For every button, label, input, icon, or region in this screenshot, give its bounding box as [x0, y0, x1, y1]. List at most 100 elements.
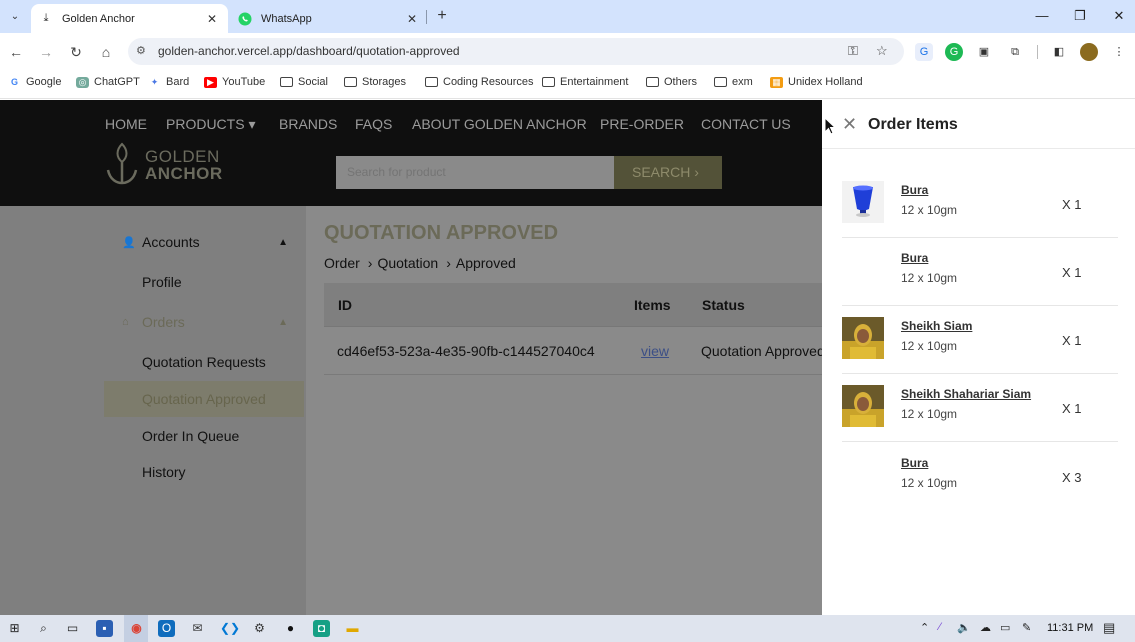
bookmark-storages[interactable]: Storages	[344, 76, 406, 88]
column-header-status: Status	[702, 297, 745, 313]
obs-icon[interactable]: ●	[282, 620, 299, 637]
new-tab-icon[interactable]: +	[432, 6, 452, 26]
site-settings-icon[interactable]: ⚙	[136, 44, 146, 57]
bookmark-coding-resources[interactable]: Coding Resources	[425, 76, 534, 88]
side-panel-icon[interactable]: ◧	[1050, 43, 1068, 61]
sidebar-item-profile[interactable]: Profile	[104, 264, 304, 300]
chevron-up-icon: ▲	[278, 316, 288, 328]
pen-tray-icon[interactable]: ✎	[1022, 621, 1031, 634]
restore-icon[interactable]: ❐	[1069, 6, 1091, 26]
unidex-icon: ▦	[770, 76, 783, 88]
vscode-icon[interactable]: ❮❯	[220, 620, 240, 637]
pen-icon[interactable]: ⁄	[939, 621, 941, 633]
extensions-puzzle-icon[interactable]: ⧉	[1006, 43, 1024, 61]
bookmark-star-icon[interactable]: ☆	[876, 43, 888, 59]
nav-about[interactable]: ABOUT GOLDEN ANCHOR	[412, 116, 587, 132]
bookmark-others[interactable]: Others	[646, 76, 697, 88]
back-icon[interactable]: ←	[6, 42, 26, 62]
nav-pre-order[interactable]: PRE-ORDER	[600, 116, 684, 132]
address-bar[interactable]: ⚙ golden-anchor.vercel.app/dashboard/quo…	[128, 38, 904, 65]
bard-icon: ✦	[150, 76, 159, 87]
forward-icon[interactable]: →	[36, 42, 56, 62]
bookmark-entertainment[interactable]: Entertainment	[542, 76, 628, 88]
task-view-icon[interactable]: ▭	[64, 620, 81, 637]
nav-brands[interactable]: BRANDS	[279, 116, 337, 132]
password-key-icon[interactable]: ⚿	[848, 43, 858, 59]
bookmark-youtube[interactable]: ▶ YouTube	[204, 76, 265, 88]
product-name-link[interactable]: Sheikh Siam	[901, 319, 972, 333]
chatgpt-icon: ◎	[76, 76, 89, 88]
tab-whatsapp[interactable]: WhatsApp ✕	[230, 4, 428, 33]
view-items-link[interactable]: view	[641, 343, 669, 359]
product-name-link[interactable]: Bura	[901, 456, 928, 470]
mail-icon[interactable]: ✉	[189, 620, 206, 637]
close-icon[interactable]: ✕	[842, 114, 857, 135]
bookmark-unidex-holland[interactable]: ▦ Unidex Holland	[770, 76, 863, 88]
sidebar-item-history[interactable]: History	[104, 454, 304, 490]
grammarly-extension-icon[interactable]: G	[945, 43, 963, 61]
chevron-right-icon: ›	[446, 255, 451, 271]
translate-extension-icon[interactable]: G	[915, 43, 933, 61]
outlook-icon[interactable]: O	[158, 620, 175, 637]
site-header: HOME PRODUCTS ▾ BRANDS FAQS ABOUT GOLDEN…	[0, 100, 822, 206]
volume-icon[interactable]: 🔈	[957, 621, 971, 634]
bookmark-google[interactable]: G Google	[8, 76, 62, 88]
more-menu-icon[interactable]: ⋮	[1110, 43, 1128, 61]
accounts-section-header[interactable]: 👤 Accounts ▲	[104, 223, 304, 261]
window-close-icon[interactable]: ✕	[1108, 6, 1130, 26]
breadcrumb: Order › Quotation › Approved	[324, 255, 516, 271]
breadcrumb-order[interactable]: Order	[324, 255, 360, 271]
tab-title: WhatsApp	[261, 12, 312, 25]
sidebar-item-quotation-approved[interactable]: Quotation Approved	[104, 381, 304, 417]
nav-products[interactable]: PRODUCTS ▾	[166, 116, 255, 133]
sidebar-item-order-in-queue[interactable]: Order In Queue	[104, 418, 304, 454]
network-icon[interactable]: ▭	[1000, 621, 1010, 634]
app-icon[interactable]: ⚙	[251, 620, 268, 637]
clock[interactable]: 11:31 PM	[1047, 622, 1093, 634]
shopping-bag-icon: ⌂	[122, 316, 129, 328]
download-anchor-icon: ⤓	[43, 12, 49, 24]
folder-icon	[280, 77, 293, 87]
tray-chevron-up-icon[interactable]: ⌃	[920, 621, 929, 634]
status-cell: Quotation Approved	[701, 343, 822, 359]
sidebar-item-quotation-requests[interactable]: Quotation Requests	[104, 344, 304, 380]
url-text[interactable]: golden-anchor.vercel.app/dashboard/quota…	[158, 44, 460, 58]
bookmark-social[interactable]: Social	[280, 76, 328, 88]
product-name-link[interactable]: Bura	[901, 251, 928, 265]
bookmark-exm[interactable]: exm	[714, 76, 753, 88]
home-icon[interactable]: ⌂	[96, 42, 116, 62]
orders-section-header[interactable]: ⌂ Orders ▲	[104, 303, 304, 341]
nav-home[interactable]: HOME	[105, 116, 147, 132]
store-icon[interactable]: ▪	[96, 620, 113, 637]
nav-faqs[interactable]: FAQS	[355, 116, 392, 132]
notifications-icon[interactable]: ▤	[1103, 620, 1115, 636]
close-icon[interactable]: ✕	[204, 12, 220, 26]
sidebar-item-label: History	[142, 464, 186, 480]
tab-golden-anchor[interactable]: ⤓ Golden Anchor ✕	[31, 4, 228, 33]
file-explorer-icon[interactable]: ▬	[344, 620, 361, 637]
site-logo[interactable]: GOLDEN ANCHOR	[105, 142, 245, 188]
nav-contact[interactable]: CONTACT US	[701, 116, 791, 132]
user-icon: 👤	[122, 236, 136, 249]
app-green-icon[interactable]: ◘	[313, 620, 330, 637]
bookmark-bard[interactable]: ✦ Bard	[148, 76, 190, 88]
sidebar-item-label: Quotation Requests	[142, 354, 266, 370]
profile-avatar-icon[interactable]	[1080, 43, 1098, 61]
bookmark-chatgpt[interactable]: ◎ ChatGPT	[76, 76, 140, 88]
toolbar-divider	[1037, 45, 1038, 59]
product-name-link[interactable]: Sheikh Shahariar Siam	[901, 387, 1031, 401]
onedrive-icon[interactable]: ☁	[980, 621, 991, 634]
minimize-icon[interactable]: —	[1031, 6, 1053, 26]
close-icon[interactable]: ✕	[404, 12, 420, 26]
chrome-icon[interactable]: ◉	[128, 620, 145, 637]
search-button[interactable]: SEARCH ›	[614, 156, 722, 189]
tab-search-chevron-icon[interactable]: ⌄	[6, 7, 24, 25]
search-icon[interactable]: ⌕	[35, 620, 52, 637]
search-input[interactable]: Search for product	[336, 156, 614, 189]
windows-start-icon[interactable]: ⊞	[6, 620, 23, 637]
reload-icon[interactable]: ↻	[66, 42, 86, 62]
product-name-link[interactable]: Bura	[901, 183, 928, 197]
picture-in-picture-icon[interactable]: ▣	[975, 43, 993, 61]
breadcrumb-quotation[interactable]: Quotation	[377, 255, 438, 271]
page-overlay-area[interactable]: HOME PRODUCTS ▾ BRANDS FAQS ABOUT GOLDEN…	[0, 100, 822, 615]
